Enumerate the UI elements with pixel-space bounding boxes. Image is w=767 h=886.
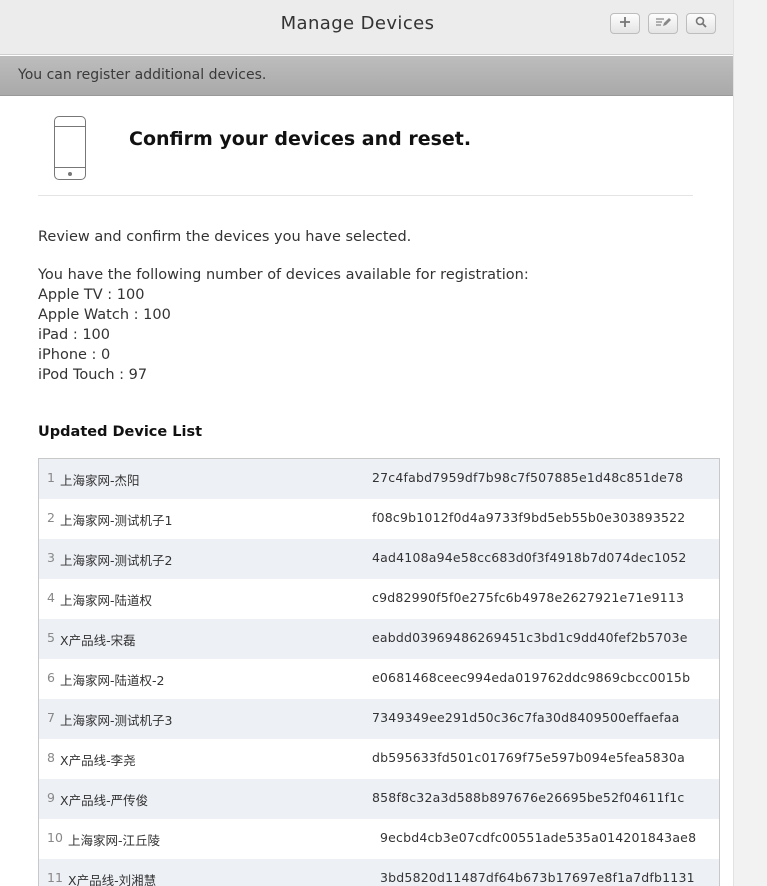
table-row: 10 上海家网-江丘陵 9ecbd4cb3e07cdfc00551ade535a…	[39, 819, 719, 859]
device-name: X产品线-严传俊	[60, 793, 149, 808]
device-name: 上海家网-陆道权	[60, 593, 153, 608]
device-name: 上海家网-江丘陵	[68, 833, 161, 848]
device-name: 上海家网-陆道权-2	[60, 673, 165, 688]
table-row: 2 上海家网-测试机子1 f08c9b1012f0d4a9733f9bd5eb5…	[39, 499, 719, 539]
device-udid: 7349349ee291d50c36c7fa30d8409500effaefaa	[372, 710, 680, 725]
window-title: Manage Devices	[280, 13, 435, 34]
device-name: X产品线-李尧	[60, 753, 136, 768]
search-icon	[695, 16, 707, 31]
scrollbar-track[interactable]	[733, 0, 767, 886]
row-number: 1	[47, 470, 55, 485]
info-bar: You can register additional devices.	[0, 56, 733, 96]
device-udid: f08c9b1012f0d4a9733f9bd5eb55b0e303893522	[372, 510, 686, 525]
available-apple-tv: Apple TV : 100	[38, 287, 145, 303]
device-udid: db595633fd501c01769f75e597b094e5fea5830a	[372, 750, 685, 765]
device-list-title: Updated Device List	[38, 424, 203, 440]
device-name: X产品线-刘湘慧	[68, 873, 157, 886]
review-text: Review and confirm the devices you have …	[38, 229, 412, 245]
table-row: 1 上海家网-杰阳 27c4fabd7959df7b98c7f507885e1d…	[39, 459, 719, 499]
row-number: 10	[47, 830, 63, 845]
row-number: 7	[47, 710, 55, 725]
available-iphone: iPhone : 0	[38, 347, 111, 363]
iphone-icon	[54, 116, 86, 180]
add-device-button[interactable]	[610, 13, 640, 34]
edit-device-button[interactable]	[648, 13, 678, 34]
row-number: 5	[47, 630, 55, 645]
main-panel: Manage Devices You can register addition…	[0, 0, 733, 886]
table-row: 4 上海家网-陆道权 c9d82990f5f0e275fc6b4978e2627…	[39, 579, 719, 619]
table-row: 5 X产品线-宋磊 eabdd03969486269451c3bd1c9dd40…	[39, 619, 719, 659]
info-bar-text: You can register additional devices.	[18, 67, 267, 83]
device-name: 上海家网-测试机子1	[60, 513, 173, 528]
device-udid: 3bd5820d11487df64b673b17697e8f1a7dfb1131	[380, 870, 695, 885]
plus-icon	[619, 16, 631, 31]
search-button[interactable]	[686, 13, 716, 34]
device-udid: 27c4fabd7959df7b98c7f507885e1d48c851de78	[372, 470, 684, 485]
table-row: 7 上海家网-测试机子3 7349349ee291d50c36c7fa30d84…	[39, 699, 719, 739]
row-number: 2	[47, 510, 55, 525]
table-row: 11 X产品线-刘湘慧 3bd5820d11487df64b673b17697e…	[39, 859, 719, 886]
available-apple-watch: Apple Watch : 100	[38, 307, 171, 323]
available-intro: You have the following number of devices…	[38, 267, 529, 283]
row-number: 11	[47, 870, 63, 885]
device-udid: e0681468ceec994eda019762ddc9869cbcc0015b	[372, 670, 691, 685]
row-number: 3	[47, 550, 55, 565]
device-table: 1 上海家网-杰阳 27c4fabd7959df7b98c7f507885e1d…	[38, 458, 720, 886]
device-udid: 9ecbd4cb3e07cdfc00551ade535a014201843ae8	[380, 830, 697, 845]
available-ipad: iPad : 100	[38, 327, 110, 343]
table-row: 3 上海家网-测试机子2 4ad4108a94e58cc683d0f3f4918…	[39, 539, 719, 579]
row-number: 9	[47, 790, 55, 805]
divider	[38, 195, 693, 196]
row-number: 4	[47, 590, 55, 605]
device-udid: 4ad4108a94e58cc683d0f3f4918b7d074dec1052	[372, 550, 687, 565]
table-row: 6 上海家网-陆道权-2 e0681468ceec994eda019762ddc…	[39, 659, 719, 699]
page-heading: Confirm your devices and reset.	[129, 128, 472, 150]
device-name: 上海家网-杰阳	[60, 473, 140, 488]
device-name: X产品线-宋磊	[60, 633, 136, 648]
row-number: 6	[47, 670, 55, 685]
device-udid: 858f8c32a3d588b897676e26695be52f04611f1c	[372, 790, 685, 805]
device-name: 上海家网-测试机子3	[60, 713, 173, 728]
device-udid: c9d82990f5f0e275fc6b4978e2627921e71e9113	[372, 590, 685, 605]
table-row: 8 X产品线-李尧 db595633fd501c01769f75e597b094…	[39, 739, 719, 779]
device-name: 上海家网-测试机子2	[60, 553, 173, 568]
table-row: 9 X产品线-严传俊 858f8c32a3d588b897676e26695be…	[39, 779, 719, 819]
row-number: 8	[47, 750, 55, 765]
device-udid: eabdd03969486269451c3bd1c9dd40fef2b5703e	[372, 630, 688, 645]
edit-icon	[655, 16, 671, 31]
available-ipod-touch: iPod Touch : 97	[38, 367, 148, 383]
title-bar: Manage Devices	[0, 0, 733, 55]
